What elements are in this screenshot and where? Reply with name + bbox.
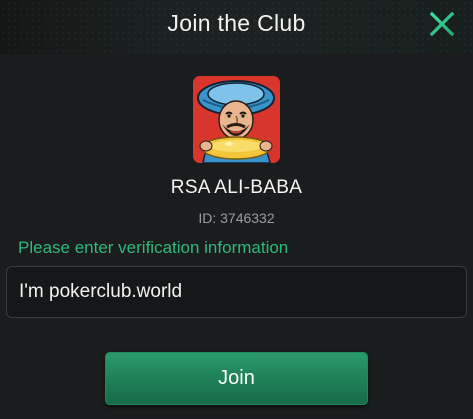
genie-avatar-icon bbox=[193, 76, 280, 163]
close-button[interactable] bbox=[429, 11, 455, 37]
join-club-dialog: Join the Club RSA ALI-BABA ID: 3746332 P… bbox=[0, 0, 473, 419]
close-x-icon bbox=[429, 11, 455, 37]
club-id: ID: 3746332 bbox=[198, 210, 275, 226]
dialog-title: Join the Club bbox=[167, 10, 306, 36]
club-avatar bbox=[193, 76, 280, 163]
verification-prompt: Please enter verification information bbox=[18, 238, 289, 257]
verification-input-box[interactable] bbox=[6, 266, 467, 318]
join-button[interactable]: Join bbox=[105, 352, 368, 405]
club-name: RSA ALI-BABA bbox=[170, 177, 303, 198]
verification-input[interactable] bbox=[19, 267, 449, 317]
dialog-header: Join the Club bbox=[0, 0, 473, 54]
